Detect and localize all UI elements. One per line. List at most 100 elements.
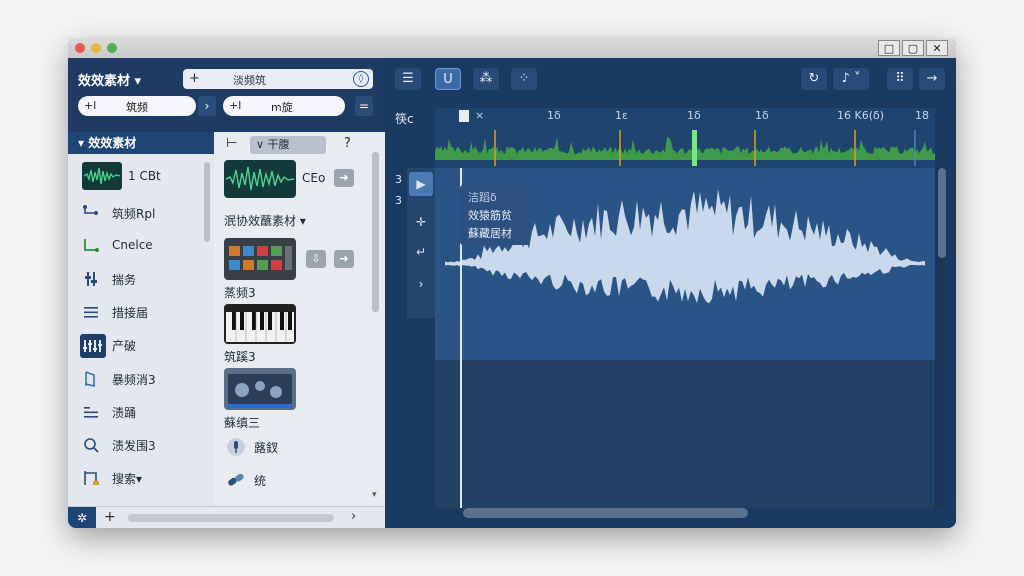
grid-icon[interactable]: ⠿ bbox=[887, 68, 913, 90]
tree-item-label: Cnelce bbox=[112, 238, 153, 252]
loading-icon[interactable]: ⁘ bbox=[511, 68, 537, 90]
library-search-input[interactable]: + 淡频筑 ◊ bbox=[183, 69, 373, 89]
sample-label: 蕗釵 bbox=[254, 441, 279, 455]
library-title-dropdown[interactable]: 效效素材 ▾ bbox=[78, 70, 141, 89]
tree-item[interactable]: 筑频Rpl bbox=[78, 200, 206, 228]
playhead-handle[interactable] bbox=[459, 110, 469, 122]
fade-tool-icon[interactable]: ↵ bbox=[409, 240, 433, 264]
section-title[interactable]: 泯协效蘸素材 ▾ bbox=[224, 212, 306, 229]
bracket-icon bbox=[84, 471, 99, 485]
connector-icon bbox=[84, 239, 99, 252]
scroll-down-icon[interactable]: ▾ bbox=[372, 490, 377, 500]
browser-scrollbar[interactable] bbox=[372, 152, 379, 312]
sample-label: 蘇缜三 bbox=[224, 416, 261, 430]
sample-browser: ⊢ ∨ 干腹 ? CEo ➜ 泯协效蘸素材 ▾ ⇩ ➜ 蒸频3 筑蹊3 蘇缜三 … bbox=[214, 132, 385, 506]
window-close-control[interactable]: ✕ bbox=[926, 40, 948, 56]
pointer-tool-icon[interactable]: ▶ bbox=[409, 172, 433, 196]
window-minimize-control[interactable]: □ bbox=[878, 40, 900, 56]
add-icon[interactable]: + bbox=[189, 71, 200, 86]
track-label: 筷c bbox=[395, 112, 414, 126]
tree-item[interactable]: 搜索▾ bbox=[78, 465, 206, 493]
ruler-tick: 16 K6(δ) bbox=[837, 109, 885, 122]
filter-pill-1[interactable]: +l 筑频 bbox=[78, 96, 196, 116]
effects-icon[interactable]: ⁂ bbox=[473, 68, 499, 90]
chevron-right-icon[interactable]: › bbox=[198, 96, 216, 116]
browser-mark[interactable]: ⊢ bbox=[226, 136, 237, 151]
equals-icon[interactable]: = bbox=[355, 96, 373, 116]
tree-item[interactable]: 产破 bbox=[78, 332, 206, 360]
eq-dropdown-icon[interactable]: ♪ ˅ bbox=[833, 68, 869, 90]
overview-waveform[interactable] bbox=[435, 126, 935, 170]
editor-panel: ☰ U ⁂ ⁘ ↻ ♪ ˅ ⠿ → 筷c × 1δ 1ε 1δ 1δ 16 K6… bbox=[385, 58, 956, 528]
zoom-window-button[interactable] bbox=[107, 43, 117, 53]
sample-thumbnail-keyboard[interactable] bbox=[224, 304, 296, 344]
horizontal-scrollbar[interactable] bbox=[463, 508, 748, 518]
tree-item-label: 暴频消3 bbox=[112, 373, 156, 387]
chevron-right-icon[interactable]: › bbox=[351, 509, 356, 524]
sample-label: 蒸频3 bbox=[224, 286, 256, 300]
tree-scrollbar[interactable] bbox=[204, 162, 210, 242]
category-tree: ▾ 效效素材 1 CBt 筑频Rpl Cnelce 揣务 措接届 产破 暴频消3… bbox=[68, 132, 214, 506]
magnet-icon[interactable]: U bbox=[435, 68, 461, 90]
library-footer: ✲ + › bbox=[68, 506, 385, 528]
tree-item-label: 措接届 bbox=[112, 306, 149, 320]
horizontal-scrollbar[interactable] bbox=[128, 514, 334, 522]
sample-thumbnail-waveform[interactable] bbox=[224, 160, 296, 198]
popup-title: 洁蹈δ bbox=[468, 191, 497, 204]
arrow-right-icon[interactable]: ➜ bbox=[334, 250, 354, 268]
mixer-icon bbox=[80, 334, 106, 358]
tree-item[interactable]: 措接届 bbox=[78, 299, 206, 327]
sort-dropdown[interactable]: ∨ 干腹 bbox=[250, 136, 326, 154]
minimize-window-button[interactable] bbox=[91, 43, 101, 53]
tree-item[interactable]: Cnelce bbox=[78, 233, 206, 261]
window-maximize-control[interactable]: ▢ bbox=[902, 40, 924, 56]
tree-item-label: 1 CBt bbox=[128, 169, 161, 183]
arrow-right-icon[interactable]: → bbox=[919, 68, 945, 90]
tree-item-label: 搜索▾ bbox=[112, 472, 143, 486]
refresh-icon[interactable]: ↻ bbox=[801, 68, 827, 90]
sample-label: CEo bbox=[302, 171, 326, 185]
ruler-tick: 1δ bbox=[547, 109, 561, 122]
arrow-right-icon[interactable]: ➜ bbox=[334, 169, 354, 187]
sample-label: 统 bbox=[254, 474, 267, 488]
side-label: 3 bbox=[395, 194, 402, 207]
download-icon[interactable]: ⇩ bbox=[306, 250, 326, 268]
link-icon bbox=[228, 473, 244, 486]
align-icon bbox=[84, 407, 98, 418]
chevron-right-icon[interactable]: › bbox=[409, 272, 433, 296]
sample-label: 筑蹊3 bbox=[224, 350, 256, 364]
timeline-ruler[interactable]: × 1δ 1ε 1δ 1δ 16 K6(δ) 18 bbox=[435, 108, 935, 126]
filter-pill-1-prefix: +l bbox=[84, 99, 97, 112]
add-icon[interactable]: + bbox=[104, 509, 116, 525]
tree-header[interactable]: ▾ 效效素材 bbox=[68, 132, 214, 154]
context-popup[interactable]: 洁蹈δ 效猿筋贫 蘇藏居材 bbox=[460, 185, 530, 245]
tree-item[interactable]: 1 CBt bbox=[78, 160, 206, 194]
info-icon[interactable]: ◊ bbox=[353, 71, 369, 87]
popup-item[interactable]: 蘇藏居材 bbox=[468, 225, 512, 241]
search-text: 淡频筑 bbox=[233, 74, 266, 87]
library-header: 效效素材 ▾ + 淡频筑 ◊ +l 筑频 › +l m旋 = bbox=[68, 58, 385, 132]
ruler-tick: 1δ bbox=[755, 109, 769, 122]
side-label: 3 bbox=[395, 173, 402, 186]
settings-icon[interactable]: ✲ bbox=[68, 507, 96, 528]
vertical-scrollbar[interactable] bbox=[938, 168, 946, 258]
popup-item[interactable]: 效猿筋贫 bbox=[468, 207, 512, 223]
tree-item[interactable]: 揣务 bbox=[78, 266, 206, 294]
help-button[interactable]: ? bbox=[344, 136, 351, 151]
tree-item[interactable]: 暴频消3 bbox=[78, 366, 206, 394]
tree-item[interactable]: 渍发围3 bbox=[78, 432, 206, 460]
sample-thumbnail-synth[interactable] bbox=[224, 368, 296, 410]
tool-column: ▶ ✛ ↵ › bbox=[407, 168, 435, 318]
waveform-icon bbox=[82, 162, 122, 190]
sample-thumbnail-drum-pads[interactable] bbox=[224, 238, 296, 280]
library-panel: 效效素材 ▾ + 淡频筑 ◊ +l 筑频 › +l m旋 = ▾ 效效素材 1 … bbox=[68, 58, 385, 528]
close-window-button[interactable] bbox=[75, 43, 85, 53]
split-tool-icon[interactable]: ✛ bbox=[409, 210, 433, 234]
door-icon bbox=[85, 371, 95, 387]
list-view-icon[interactable]: ☰ bbox=[395, 68, 421, 90]
microphone-icon bbox=[227, 438, 245, 456]
tree-item[interactable]: 渍踊 bbox=[78, 399, 206, 427]
list-icon bbox=[84, 307, 98, 318]
filter-pill-2[interactable]: +l m旋 bbox=[223, 96, 345, 116]
filter-pill-2-label: m旋 bbox=[271, 101, 293, 114]
